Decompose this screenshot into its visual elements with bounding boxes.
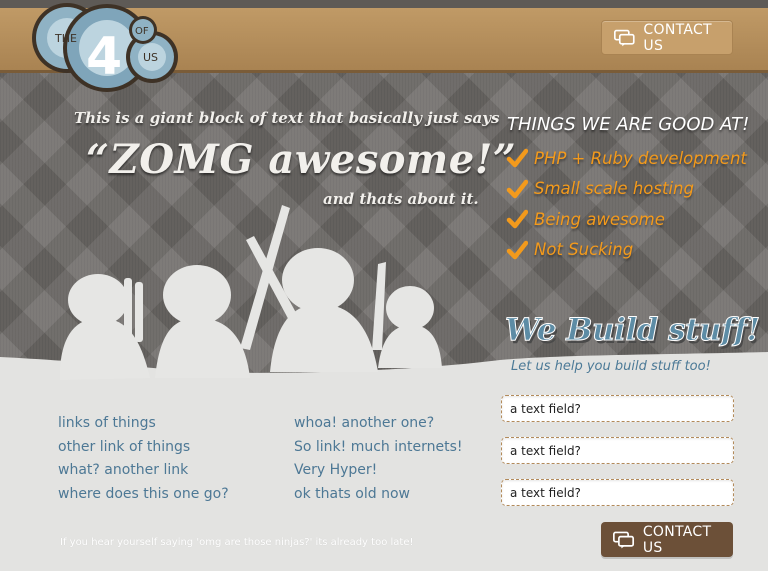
tagline-headline: “ZOMG awesome!” bbox=[86, 136, 517, 183]
checkmark-icon bbox=[506, 240, 528, 259]
footer-link[interactable]: whoa! another one? bbox=[294, 415, 463, 439]
footer-link[interactable]: what? another link bbox=[58, 462, 229, 486]
build-stuff-heading: We Build stuff! bbox=[505, 312, 761, 349]
good-at-item: PHP + Ruby development bbox=[506, 143, 747, 174]
svg-text:THE: THE bbox=[54, 32, 77, 45]
text-field-3[interactable] bbox=[501, 479, 734, 506]
text-field-2[interactable] bbox=[501, 437, 734, 464]
speech-bubbles-icon bbox=[613, 531, 635, 548]
contact-label: CONTACT US bbox=[643, 21, 712, 54]
header-contact-button[interactable]: CONTACT US bbox=[601, 20, 733, 55]
footer-link[interactable]: So link! much internets! bbox=[294, 439, 463, 463]
good-at-item-label: Being awesome bbox=[534, 209, 665, 229]
footer-link[interactable]: ok thats old now bbox=[294, 486, 463, 510]
footer-links-column-2: whoa! another one? So link! much interne… bbox=[294, 415, 463, 509]
form-contact-button[interactable]: CONTACT US bbox=[601, 522, 733, 557]
good-at-item-label: Small scale hosting bbox=[534, 179, 694, 199]
good-at-item-label: PHP + Ruby development bbox=[534, 148, 747, 168]
good-at-item: Not Sucking bbox=[506, 235, 747, 266]
good-at-item: Being awesome bbox=[506, 204, 747, 235]
checkmark-icon bbox=[506, 149, 528, 168]
tagline-line-1: This is a giant block of text that basic… bbox=[74, 109, 500, 127]
checkmark-icon bbox=[506, 210, 528, 229]
footer-links-column-1: links of things other link of things wha… bbox=[58, 415, 229, 509]
good-at-list: PHP + Ruby development Small scale hosti… bbox=[506, 143, 747, 265]
footer-note: If you hear yourself saying 'omg are tho… bbox=[60, 537, 414, 548]
checkmark-icon bbox=[506, 179, 528, 198]
svg-text:US: US bbox=[143, 51, 158, 64]
svg-text:OF: OF bbox=[135, 26, 149, 37]
svg-text:4: 4 bbox=[86, 27, 122, 87]
footer-link[interactable]: links of things bbox=[58, 415, 229, 439]
good-at-item-label: Not Sucking bbox=[534, 240, 634, 260]
build-stuff-subtitle: Let us help you build stuff too! bbox=[511, 359, 711, 374]
good-at-item: Small scale hosting bbox=[506, 174, 747, 205]
footer-link[interactable]: Very Hyper! bbox=[294, 462, 463, 486]
text-field-1[interactable] bbox=[501, 395, 734, 422]
footer-link[interactable]: other link of things bbox=[58, 439, 229, 463]
the-4-of-us-logo[interactable]: THE 4 OF US bbox=[30, 0, 180, 95]
speech-bubbles-icon bbox=[614, 29, 635, 46]
contact-label: CONTACT US bbox=[642, 523, 712, 556]
tagline-line-3: and thats about it. bbox=[323, 190, 479, 208]
good-at-title: THINGS WE ARE GOOD AT! bbox=[507, 114, 750, 135]
footer-link[interactable]: where does this one go? bbox=[58, 486, 229, 510]
